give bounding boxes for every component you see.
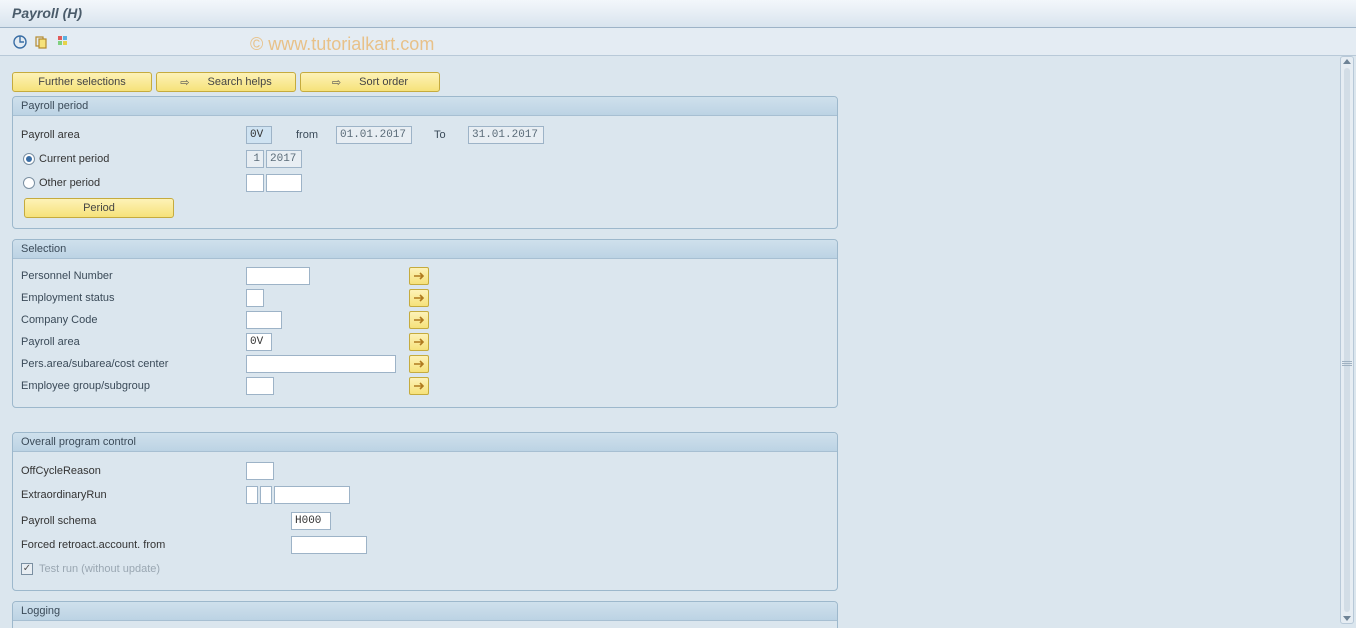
current-period-year — [266, 150, 302, 168]
splitter-handle-icon[interactable] — [1340, 356, 1354, 370]
payroll-period-group: Payroll period Payroll area from To Curr… — [12, 96, 838, 229]
retro-input[interactable] — [291, 536, 367, 554]
scroll-down-icon[interactable] — [1343, 616, 1351, 621]
employee-group-input[interactable] — [246, 377, 274, 395]
other-period-num[interactable] — [246, 174, 264, 192]
vertical-scrollbar[interactable] — [1340, 56, 1354, 624]
to-label: To — [434, 129, 468, 141]
pers-area-label: Pers.area/subarea/cost center — [21, 358, 246, 370]
retro-label: Forced retroact.account. from — [21, 539, 291, 551]
company-code-multi-button[interactable] — [409, 311, 429, 329]
overall-header: Overall program control — [13, 433, 837, 452]
further-selections-label: Further selections — [38, 76, 125, 88]
offcycle-input[interactable] — [246, 462, 274, 480]
from-date — [336, 126, 412, 144]
sort-order-label: Sort order — [359, 76, 408, 88]
employment-status-multi-button[interactable] — [409, 289, 429, 307]
personnel-number-input[interactable] — [246, 267, 310, 285]
current-period-radio[interactable] — [23, 153, 35, 165]
other-period-label: Other period — [39, 177, 100, 189]
schema-input[interactable] — [291, 512, 331, 530]
personnel-number-multi-button[interactable] — [409, 267, 429, 285]
app-toolbar — [0, 28, 1356, 56]
get-variant-icon[interactable] — [34, 34, 50, 50]
pers-area-input[interactable] — [246, 355, 396, 373]
sel-payroll-area-multi-button[interactable] — [409, 333, 429, 351]
payroll-period-header: Payroll period — [13, 97, 837, 116]
from-label: from — [296, 129, 336, 141]
sel-payroll-area-input[interactable] — [246, 333, 272, 351]
scroll-track[interactable] — [1344, 68, 1350, 612]
payroll-area-input[interactable] — [246, 126, 272, 144]
testrun-checkbox — [21, 563, 33, 575]
employment-status-label: Employment status — [21, 292, 246, 304]
page-title: Payroll (H) — [0, 0, 1356, 28]
further-selections-button[interactable]: Further selections — [12, 72, 152, 92]
selection-group: Selection Personnel Number Employment st… — [12, 239, 838, 408]
employment-status-input[interactable] — [246, 289, 264, 307]
pers-area-multi-button[interactable] — [409, 355, 429, 373]
search-helps-label: Search helps — [208, 76, 272, 88]
offcycle-label: OffCycleReason — [21, 465, 246, 477]
extraordinary-label: ExtraordinaryRun — [21, 489, 246, 501]
title-text: Payroll (H) — [12, 5, 82, 21]
arrow-right-icon: ⇨ — [180, 76, 189, 89]
extraordinary-input-2[interactable] — [260, 486, 272, 504]
other-period-radio[interactable] — [23, 177, 35, 189]
period-button-label: Period — [83, 202, 115, 214]
current-period-label: Current period — [39, 153, 109, 165]
search-helps-button[interactable]: ⇨ Search helps — [156, 72, 296, 92]
scroll-up-icon[interactable] — [1343, 59, 1351, 64]
employee-group-multi-button[interactable] — [409, 377, 429, 395]
sort-order-button[interactable]: ⇨ Sort order — [300, 72, 440, 92]
logging-header: Logging — [13, 602, 837, 621]
extraordinary-input-1[interactable] — [246, 486, 258, 504]
top-button-row: Further selections ⇨ Search helps ⇨ Sort… — [12, 72, 1328, 92]
sel-payroll-area-label: Payroll area — [21, 336, 246, 348]
color-legend-icon[interactable] — [56, 34, 72, 50]
to-date — [468, 126, 544, 144]
employee-group-label: Employee group/subgroup — [21, 380, 246, 392]
logging-group: Logging Display log — [12, 601, 838, 628]
current-period-num — [246, 150, 264, 168]
arrow-right-icon: ⇨ — [332, 76, 341, 89]
overall-group: Overall program control OffCycleReason E… — [12, 432, 838, 591]
company-code-input[interactable] — [246, 311, 282, 329]
execute-icon[interactable] — [12, 34, 28, 50]
personnel-number-label: Personnel Number — [21, 270, 246, 282]
period-button[interactable]: Period — [24, 198, 174, 218]
testrun-label: Test run (without update) — [39, 563, 160, 575]
content-area: Further selections ⇨ Search helps ⇨ Sort… — [0, 56, 1336, 628]
schema-label: Payroll schema — [21, 515, 291, 527]
selection-header: Selection — [13, 240, 837, 259]
other-period-year[interactable] — [266, 174, 302, 192]
payroll-area-label: Payroll area — [21, 129, 246, 141]
company-code-label: Company Code — [21, 314, 246, 326]
extraordinary-input-3[interactable] — [274, 486, 350, 504]
